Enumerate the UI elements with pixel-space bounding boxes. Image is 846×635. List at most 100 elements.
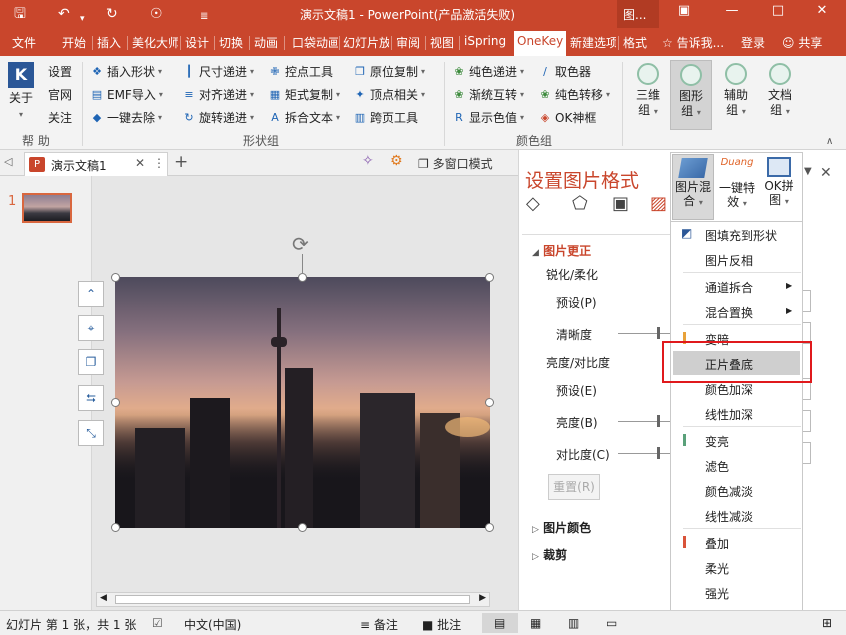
replace-icon[interactable]: ⮀ [78, 385, 104, 411]
resize-handle-b[interactable] [298, 523, 307, 532]
one-click-effect-button[interactable]: Duang 一键特效 ▾ [716, 154, 758, 220]
menu-item-color-dodge[interactable]: 颜色减淡 [705, 483, 753, 500]
reading-view-icon[interactable]: ▥ [568, 616, 579, 630]
resize-handle-tr[interactable] [485, 273, 494, 282]
save-icon[interactable]: 🖫 [14, 4, 26, 24]
customize-qat-icon[interactable]: ≣ [200, 7, 208, 27]
tab-design[interactable]: 设计 [185, 34, 209, 51]
picture-icon[interactable]: ▨ [650, 193, 667, 214]
resize-handle-l[interactable] [111, 398, 120, 407]
size-properties-icon[interactable]: ▣ [612, 193, 629, 214]
tab-review[interactable]: 审阅 [396, 34, 420, 51]
color-picker-button[interactable]: ∕ 取色器 [538, 63, 591, 80]
tab-transitions[interactable]: 切换 [219, 34, 243, 51]
emf-import-button[interactable]: ▤ EMF导入 ▾ [90, 86, 163, 103]
slideshow-view-icon[interactable]: ▭ [606, 616, 617, 630]
fit-window-icon[interactable]: ⊞ [822, 616, 832, 630]
in-place-copy-button[interactable]: ❐ 原位复制 ▾ [353, 63, 425, 80]
menu-item-soft-light[interactable]: 柔光 [705, 560, 729, 577]
new-tab-icon[interactable]: + [174, 152, 188, 172]
document-tab[interactable]: P 演示文稿1 ✕ ⋮ [24, 152, 168, 176]
align-progression-button[interactable]: ≡ 对齐递进 ▾ [182, 86, 254, 103]
tab-beautify[interactable]: 美化大师 [132, 34, 178, 51]
menu-item-displace[interactable]: 混合置换 [705, 304, 753, 321]
cross-page-button[interactable]: ▥ 跨页工具 [353, 109, 418, 126]
one-click-remove-button[interactable]: ◆ 一键去除 ▾ [90, 109, 162, 126]
settings-button[interactable]: 设置 [48, 63, 72, 80]
preset-dropdown-edge[interactable] [803, 290, 811, 312]
spellcheck-icon[interactable]: ☑ [152, 616, 163, 630]
brightness-slider[interactable] [618, 421, 670, 422]
menu-item-invert[interactable]: 图片反相 [705, 252, 753, 269]
website-button[interactable]: 官网 [48, 86, 72, 103]
language-status[interactable]: 中文(中国) [184, 616, 241, 633]
slide-thumbnail[interactable] [22, 193, 72, 223]
menu-item-linear-burn[interactable]: 线性加深 [705, 406, 753, 423]
undo-icon[interactable]: ↶ [58, 4, 70, 24]
gear-icon[interactable]: ⚙ [390, 153, 403, 169]
aux-group-button[interactable]: 辅助组 ▾ [716, 60, 756, 130]
menu-item-lighten[interactable]: 变亮 [705, 433, 729, 450]
handle-tool-button[interactable]: ✙ 控点工具 [268, 63, 333, 80]
vertex-button[interactable]: ✦ 顶点相关 ▾ [353, 86, 425, 103]
about-button[interactable]: K 关于 ▾ [4, 62, 38, 122]
tab-view[interactable]: 视图 [430, 34, 454, 51]
doc-group-button[interactable]: 文档组 ▾ [760, 60, 800, 130]
menu-item-overlay[interactable]: 叠加 [705, 535, 729, 552]
contrast-slider[interactable] [618, 453, 670, 454]
tab-format[interactable]: 格式 [623, 34, 647, 51]
notes-button[interactable]: ≡ 备注 [360, 616, 398, 633]
pane-close-icon[interactable]: ✕ [820, 165, 832, 181]
resize-handle-tl[interactable] [111, 273, 120, 282]
resize-icon[interactable]: ⤡ [78, 420, 104, 446]
contrast-spin-edge[interactable] [803, 442, 811, 464]
resize-handle-r[interactable] [485, 398, 494, 407]
minimize-icon[interactable]: — [712, 3, 752, 18]
move-up-icon[interactable]: ⌃ [78, 281, 104, 307]
menu-item-hard-light[interactable]: 强光 [705, 585, 729, 602]
pane-options-icon[interactable]: ▼ [804, 166, 812, 177]
city-photo[interactable] [115, 277, 490, 528]
follow-button[interactable]: 关注 [48, 109, 72, 126]
graphic-group-button[interactable]: 图形组 ▾ [670, 60, 712, 130]
magic-icon[interactable]: ✧ [362, 153, 374, 169]
effects-icon[interactable]: ⬠ [572, 193, 588, 214]
ok-puzzle-button[interactable]: OK拼图 ▾ [758, 154, 800, 220]
scroll-left-icon[interactable]: ◀ [100, 593, 107, 603]
brightness-spin-edge[interactable] [803, 410, 811, 432]
close-icon[interactable]: ✕ [802, 3, 842, 18]
rotate-progression-button[interactable]: ↻ 旋转递进 ▾ [182, 109, 254, 126]
menu-item-fill-shape[interactable]: 图填充到形状 [705, 227, 777, 244]
comments-button[interactable]: ■ 批注 [422, 616, 461, 633]
scroll-thumb[interactable] [115, 595, 470, 604]
collapse-ribbon-icon[interactable]: ∧ [826, 136, 833, 147]
layer-icon[interactable]: ❐ [78, 349, 104, 375]
tab-ispring[interactable]: iSpring [464, 34, 506, 48]
tab-insert[interactable]: 插入 [97, 34, 121, 51]
tab-pocket-animation[interactable]: 口袋动画 [292, 34, 338, 51]
brightness-slider-thumb[interactable] [657, 415, 660, 427]
sorter-view-icon[interactable]: ▦ [530, 616, 541, 630]
start-from-beginning-icon[interactable]: ☉ [150, 4, 163, 24]
resize-handle-t[interactable] [298, 273, 307, 282]
scroll-right-icon[interactable]: ▶ [479, 593, 486, 603]
contrast-slider-thumb[interactable] [657, 447, 660, 459]
multi-window-button[interactable]: ❐ 多窗口模式 [418, 155, 493, 172]
resize-handle-bl[interactable] [111, 523, 120, 532]
tab-animations[interactable]: 动画 [254, 34, 278, 51]
menu-item-linear-dodge[interactable]: 线性减淡 [705, 508, 753, 525]
section-picture-correction[interactable]: ◢ 图片更正 [532, 242, 591, 259]
tab-nav-icon[interactable]: ◁ [4, 155, 12, 168]
show-color-value-button[interactable]: R 显示色值 ▾ [452, 109, 524, 126]
center-icon[interactable]: ⌖ [78, 315, 104, 341]
tab-onekey[interactable]: OneKey [514, 31, 567, 56]
tab-home[interactable]: 开始 [62, 34, 86, 51]
tab-slideshow[interactable]: 幻灯片放 [343, 34, 389, 51]
redo-icon[interactable]: ↻ [106, 4, 118, 24]
tab-menu-icon[interactable]: ⋮ [153, 156, 165, 170]
split-text-button[interactable]: A 拆合文本 ▾ [268, 109, 340, 126]
3d-group-button[interactable]: 三维组 ▾ [628, 60, 668, 130]
ok-frame-button[interactable]: ◈ OK神框 [538, 109, 597, 126]
clarity-slider[interactable] [618, 333, 670, 334]
section-crop[interactable]: ▷ 裁剪 [532, 546, 567, 563]
